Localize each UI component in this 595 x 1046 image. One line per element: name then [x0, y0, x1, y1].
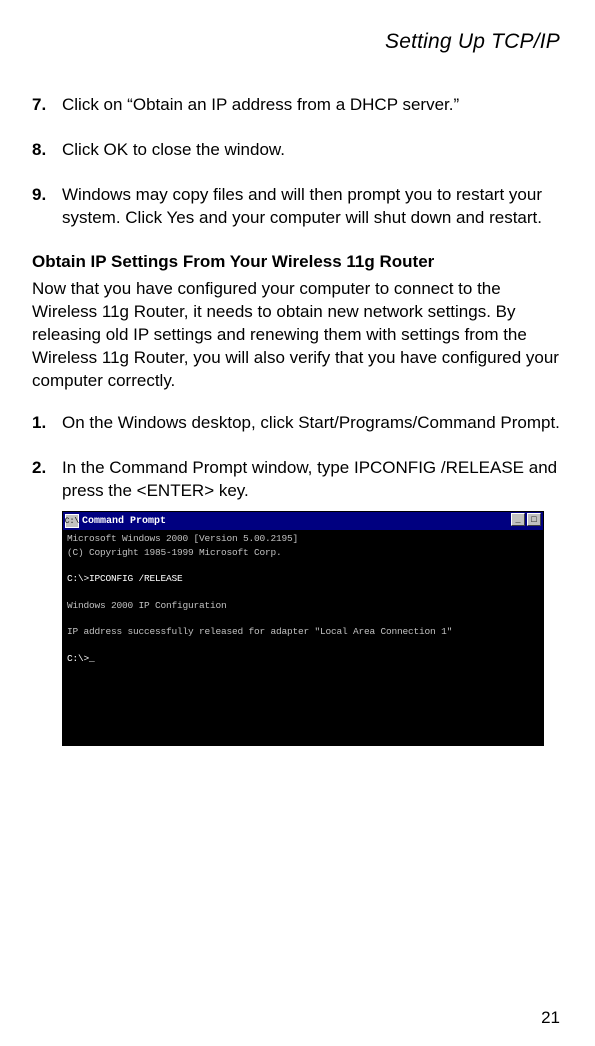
cmd-body: Microsoft Windows 2000 [Version 5.00.219… — [63, 530, 543, 745]
cmd-line: IP address successfully released for ada… — [67, 626, 452, 637]
cmd-line: C:\>_ — [67, 653, 95, 664]
cmd-line: Microsoft Windows 2000 [Version 5.00.219… — [67, 533, 298, 544]
section-heading: Obtain IP Settings From Your Wireless 11… — [32, 252, 560, 272]
cmd-window-buttons: _ □ — [511, 513, 541, 526]
step-number: 9. — [32, 184, 62, 230]
step-text: In the Command Prompt window, type IPCON… — [62, 457, 560, 503]
step-number: 8. — [32, 139, 62, 162]
step-8: 8. Click OK to close the window. — [32, 139, 560, 162]
command-prompt-window: C:\ Command Prompt _ □ Microsoft Windows… — [62, 511, 544, 746]
cmd-icon: C:\ — [65, 514, 79, 528]
step-text: Click OK to close the window. — [62, 139, 560, 162]
step-2: 2. In the Command Prompt window, type IP… — [32, 457, 560, 503]
cmd-line: Windows 2000 IP Configuration — [67, 600, 227, 611]
step-text: On the Windows desktop, click Start/Prog… — [62, 412, 560, 435]
maximize-button[interactable]: □ — [527, 513, 541, 526]
step-text: Windows may copy files and will then pro… — [62, 184, 560, 230]
step-9: 9. Windows may copy files and will then … — [32, 184, 560, 230]
minimize-button[interactable]: _ — [511, 513, 525, 526]
step-number: 2. — [32, 457, 62, 503]
cmd-line: (C) Copyright 1985-1999 Microsoft Corp. — [67, 547, 282, 558]
step-1: 1. On the Windows desktop, click Start/P… — [32, 412, 560, 435]
step-text: Click on “Obtain an IP address from a DH… — [62, 94, 560, 117]
cmd-titlebar: C:\ Command Prompt _ □ — [63, 512, 543, 530]
step-7: 7. Click on “Obtain an IP address from a… — [32, 94, 560, 117]
cmd-line: C:\>IPCONFIG /RELEASE — [67, 573, 183, 584]
page-header-title: Setting Up TCP/IP — [32, 30, 560, 54]
cmd-title: Command Prompt — [82, 516, 166, 527]
step-number: 1. — [32, 412, 62, 435]
step-number: 7. — [32, 94, 62, 117]
page-number: 21 — [541, 1008, 560, 1028]
section-intro: Now that you have configured your comput… — [32, 278, 560, 393]
